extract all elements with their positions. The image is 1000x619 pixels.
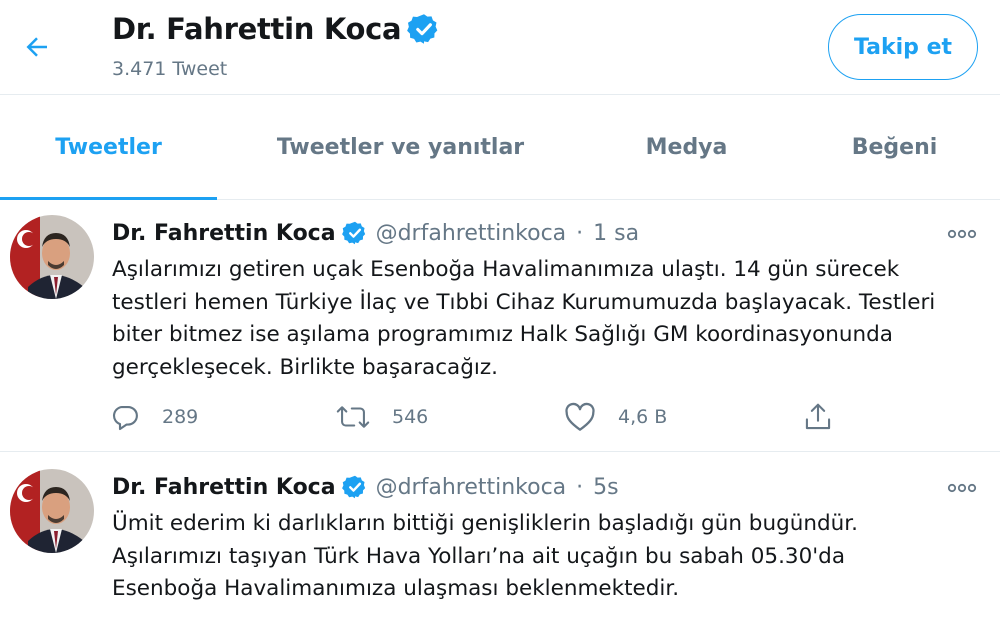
avatar[interactable] bbox=[10, 215, 94, 299]
profile-tabs: Tweetler Tweetler ve yanıtlar Medya Beğe… bbox=[0, 95, 1000, 200]
author-name[interactable]: Dr. Fahrettin Koca bbox=[112, 221, 336, 246]
tweet-meta: Dr. Fahrettin Koca @drfahrettinkoca · 5s bbox=[112, 474, 619, 500]
author-handle[interactable]: @drfahrettinkoca bbox=[376, 475, 567, 500]
verified-badge-icon bbox=[407, 12, 441, 46]
tweet-actions: 289 546 4,6 B bbox=[0, 397, 1000, 437]
like-count: 4,6 B bbox=[618, 406, 668, 428]
like-button[interactable]: 4,6 B bbox=[564, 397, 667, 437]
profile-name-row: Dr. Fahrettin Koca bbox=[112, 12, 441, 46]
separator-dot: · bbox=[576, 220, 584, 246]
author-handle[interactable]: @drfahrettinkoca bbox=[376, 221, 567, 246]
tweet-time[interactable]: 1 sa bbox=[593, 221, 639, 246]
more-options-button[interactable] bbox=[944, 222, 980, 246]
tab-media[interactable]: Medya bbox=[584, 95, 789, 200]
more-options-button[interactable] bbox=[944, 476, 980, 500]
tweet-card[interactable]: Dr. Fahrettin Koca @drfahrettinkoca · 1 … bbox=[0, 200, 1000, 452]
retweet-button[interactable]: 546 bbox=[336, 397, 428, 437]
retweet-count: 546 bbox=[392, 406, 429, 428]
arrow-left-icon bbox=[26, 37, 47, 57]
share-icon bbox=[805, 403, 831, 430]
verified-badge-icon bbox=[341, 220, 368, 246]
reply-button[interactable]: 289 bbox=[110, 397, 198, 437]
tab-likes[interactable]: Beğeni bbox=[789, 95, 1000, 200]
heart-icon bbox=[565, 402, 595, 431]
verified-badge-icon bbox=[341, 474, 368, 500]
reply-count: 289 bbox=[162, 406, 199, 428]
back-button[interactable] bbox=[20, 30, 54, 64]
reply-icon bbox=[113, 405, 138, 431]
tab-tweets[interactable]: Tweetler bbox=[0, 95, 217, 200]
avatar[interactable] bbox=[10, 469, 94, 553]
separator-dot: · bbox=[576, 474, 584, 500]
tweet-card[interactable]: Dr. Fahrettin Koca @drfahrettinkoca · 5s… bbox=[0, 452, 1000, 619]
tweet-time[interactable]: 5s bbox=[593, 475, 618, 500]
profile-name: Dr. Fahrettin Koca bbox=[112, 12, 402, 46]
more-dots-icon bbox=[947, 483, 977, 493]
follow-button[interactable]: Takip et bbox=[828, 14, 978, 80]
tweet-count: 3.471 Tweet bbox=[112, 58, 228, 80]
author-name[interactable]: Dr. Fahrettin Koca bbox=[112, 475, 336, 500]
tweet-text: Aşılarımızı getiren uçak Esenboğa Havali… bbox=[112, 257, 936, 380]
share-button[interactable] bbox=[803, 397, 833, 437]
tab-tweets-and-replies[interactable]: Tweetler ve yanıtlar bbox=[217, 95, 584, 200]
tweet-text: Ümit ederim ki darlıkların bittiği geniş… bbox=[112, 511, 858, 601]
profile-header: Dr. Fahrettin Koca 3.471 Tweet Takip et bbox=[0, 0, 1000, 95]
tweet-meta: Dr. Fahrettin Koca @drfahrettinkoca · 1 … bbox=[112, 220, 639, 246]
retweet-icon bbox=[336, 406, 370, 428]
more-dots-icon bbox=[947, 229, 977, 239]
